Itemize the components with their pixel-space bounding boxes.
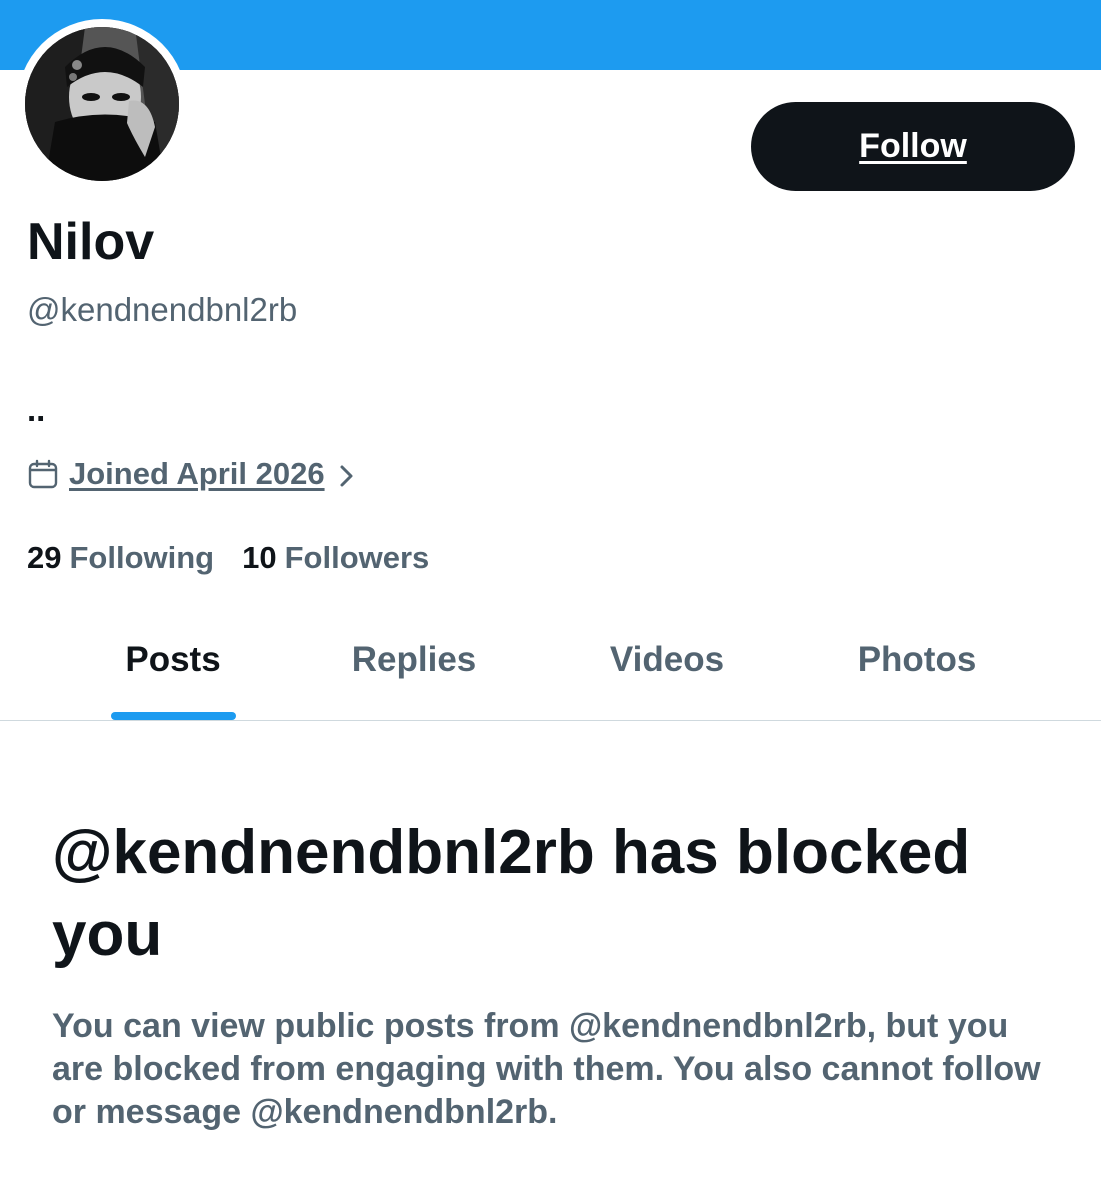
profile-handle: @kendnendbnl2rb [27,291,298,328]
calendar-icon [27,458,59,490]
profile-bio: .. [27,391,46,428]
following-count: 29 [27,540,62,575]
tab-replies[interactable]: Replies [289,600,539,720]
avatar-photo [25,27,179,181]
follow-button[interactable]: Follow [751,102,1075,191]
joined-date: Joined April 2026 [69,456,325,491]
chevron-right-icon [337,461,357,487]
active-tab-indicator [111,712,236,720]
avatar-ring [17,19,187,189]
avatar[interactable] [25,27,179,181]
followers-label: Followers [284,540,430,575]
tab-posts[interactable]: Posts [48,600,298,720]
blocked-description: You can view public posts from @kendnend… [52,1007,1041,1131]
blocked-title: @kendnendbnl2rb has blocked you [52,818,971,969]
followers-count: 10 [242,540,277,575]
display-name: Nilov [27,213,155,271]
followers-stat[interactable]: 10 Followers [242,536,429,580]
joined-date-link[interactable]: Joined April 2026 [27,452,357,496]
following-label: Following [69,540,215,575]
tab-videos[interactable]: Videos [542,600,792,720]
profile-tabs: Posts Replies Videos Photos [0,600,1101,721]
profile-stats: 29 Following 10 Followers [27,536,429,580]
tab-photos[interactable]: Photos [792,600,1042,720]
following-stat[interactable]: 29 Following [27,536,214,580]
